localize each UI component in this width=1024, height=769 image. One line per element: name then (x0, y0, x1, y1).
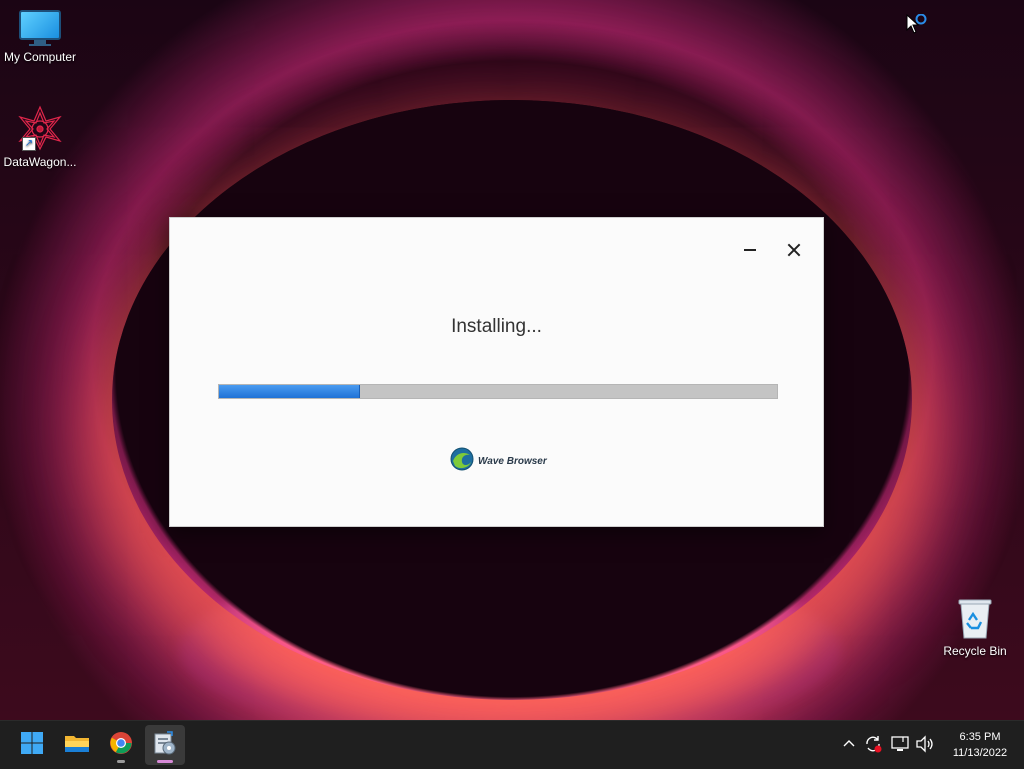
clock-time: 6:35 PM (959, 731, 1001, 743)
volume-icon[interactable] (914, 733, 936, 755)
chevron-up-icon[interactable] (838, 733, 860, 755)
datawagon-app-icon: ↗ (16, 105, 64, 151)
taskbar-clock[interactable]: 6:35 PM 11/13/2022 (940, 729, 1020, 761)
network-icon[interactable] (889, 733, 911, 755)
windows-logo-icon (20, 731, 44, 760)
chrome-icon (109, 731, 133, 760)
desktop-icon-recycle-bin[interactable]: Recycle Bin (935, 598, 1015, 658)
progress-bar (218, 384, 778, 399)
file-explorer-button[interactable] (57, 725, 97, 765)
installing-status: Installing... (451, 316, 542, 337)
brand-name: Wave Browser (478, 455, 547, 467)
progress-fill (219, 385, 360, 398)
desktop-icon-datawagon[interactable]: ↗ DataWagon... (0, 105, 80, 169)
sync-icon[interactable] (862, 733, 884, 755)
active-indicator (157, 760, 173, 763)
folder-icon (64, 732, 90, 759)
busy-cursor-icon (906, 13, 930, 41)
shortcut-arrow-icon: ↗ (22, 137, 36, 151)
start-button[interactable] (12, 725, 52, 765)
wave-browser-icon (450, 447, 474, 476)
minimize-icon[interactable] (740, 240, 760, 260)
desktop-icon-label: Recycle Bin (943, 644, 1007, 658)
desktop-icon-my-computer[interactable]: My Computer (0, 10, 80, 64)
monitor-icon (19, 10, 61, 46)
close-icon[interactable] (784, 240, 804, 260)
brand-logo: Wave Browser (450, 447, 547, 476)
taskbar: 6:35 PM 11/13/2022 (0, 720, 1024, 769)
installer-icon (152, 730, 178, 761)
clock-date: 11/13/2022 (952, 747, 1008, 759)
installer-window: Installing... Wave Browser (169, 217, 824, 527)
desktop-icon-label: My Computer (3, 50, 77, 64)
desktop-icon-label: DataWagon... (3, 155, 77, 169)
installer-taskbar-button[interactable] (145, 725, 185, 765)
chrome-button[interactable] (101, 725, 141, 765)
recycle-bin-icon (957, 598, 993, 640)
running-indicator (117, 760, 125, 763)
